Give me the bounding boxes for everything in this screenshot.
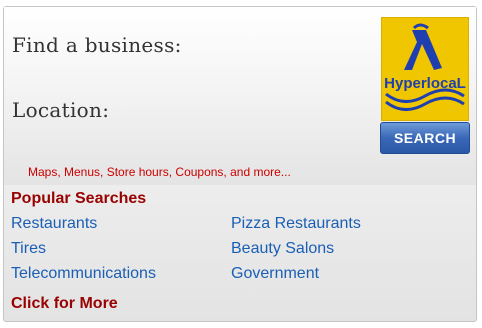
search-button[interactable]: SEARCH — [380, 122, 470, 154]
popular-searches-heading: Popular Searches — [11, 190, 147, 207]
popular-link-beauty-salons[interactable]: Beauty Salons — [231, 240, 334, 258]
popular-link-telecommunications[interactable]: Telecommunications — [11, 265, 156, 283]
click-for-more-link[interactable]: Click for More — [11, 295, 118, 313]
logo-text: HyperlocaL — [384, 75, 466, 92]
popular-link-government[interactable]: Government — [231, 265, 319, 283]
popular-link-tires[interactable]: Tires — [11, 240, 46, 258]
tagline: Maps, Menus, Store hours, Coupons, and m… — [28, 165, 291, 179]
location-label: Location: — [12, 98, 110, 122]
hyperlocal-logo-icon: HyperlocaL — [381, 17, 469, 121]
business-label: Find a business: — [12, 33, 182, 57]
business-search-widget: Find a business: Location: HyperlocaL SE… — [3, 6, 477, 322]
popular-link-restaurants[interactable]: Restaurants — [11, 215, 97, 233]
popular-link-pizza-restaurants[interactable]: Pizza Restaurants — [231, 215, 361, 233]
